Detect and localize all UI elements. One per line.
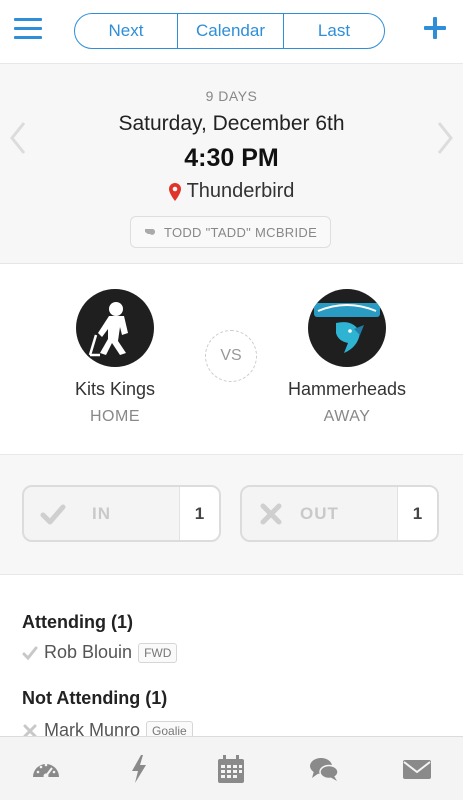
game-location[interactable]: Thunderbird <box>0 180 463 203</box>
bottom-tab-bar <box>0 736 463 800</box>
next-segment[interactable]: Next <box>75 14 177 48</box>
tab-chat[interactable] <box>278 737 371 800</box>
whistle-icon <box>144 229 156 235</box>
out-button[interactable]: OUT 1 <box>240 485 439 542</box>
tab-messages[interactable] <box>370 737 463 800</box>
location-name: Thunderbird <box>186 180 295 202</box>
away-team-name: Hammerheads <box>287 379 407 399</box>
checkmark-icon <box>22 646 38 660</box>
position-tag: FWD <box>138 642 178 663</box>
roster-lists: Attending (1) Rob Blouin FWD Not Attendi… <box>0 576 463 736</box>
calendar-icon <box>218 754 245 783</box>
hamburger-menu-icon[interactable] <box>14 18 42 42</box>
attending-title: Attending (1) <box>22 612 133 632</box>
away-team-logo <box>308 289 386 367</box>
calendar-segment[interactable]: Calendar <box>177 14 283 48</box>
last-segment[interactable]: Last <box>283 14 384 48</box>
home-team-logo <box>76 289 154 367</box>
player-name: Rob Blouin <box>44 642 133 662</box>
attendance-panel: IN 1 OUT 1 <box>0 455 463 575</box>
chat-icon <box>310 757 339 781</box>
tab-dashboard[interactable] <box>0 737 93 800</box>
tab-calendar[interactable] <box>185 737 278 800</box>
out-count: 1 <box>397 487 437 540</box>
in-button[interactable]: IN 1 <box>22 485 221 542</box>
map-pin-icon <box>168 182 181 201</box>
referee-badge: TODD "TADD" MCBRIDE <box>130 216 331 248</box>
player-name: Mark Munro <box>44 720 141 736</box>
schedule-segmented-control: Next Calendar Last <box>74 13 385 49</box>
list-item[interactable]: Rob Blouin FWD <box>22 642 178 663</box>
home-team[interactable]: Kits Kings HOME <box>35 289 195 426</box>
not-attending-title: Not Attending (1) <box>22 688 168 708</box>
lightning-icon <box>131 754 146 783</box>
game-time: 4:30 PM <box>184 144 279 172</box>
in-count: 1 <box>179 487 219 540</box>
list-item[interactable]: Mark Munro Goalie <box>22 720 193 736</box>
in-button-main: IN <box>24 487 179 540</box>
matchup-panel: Kits Kings HOME VS Hammerheads AWAY <box>0 265 463 455</box>
vs-badge: VS <box>205 330 257 382</box>
position-tag: Goalie <box>146 720 193 736</box>
out-button-main: OUT <box>242 487 397 540</box>
home-team-name: Kits Kings <box>74 379 156 399</box>
days-until: 9 DAYS <box>205 88 258 104</box>
mail-icon <box>402 759 431 779</box>
top-nav-bar: Next Calendar Last <box>0 0 463 64</box>
dashboard-icon <box>33 763 60 778</box>
game-info-panel: 9 DAYS Saturday, December 6th 4:30 PM Th… <box>0 64 463 264</box>
away-label: AWAY <box>323 408 371 425</box>
out-label: OUT <box>300 503 339 523</box>
away-team[interactable]: Hammerheads AWAY <box>267 289 427 426</box>
home-label: HOME <box>90 408 140 425</box>
game-date: Saturday, December 6th <box>118 112 345 135</box>
tab-activity[interactable] <box>93 737 186 800</box>
close-icon <box>23 724 37 736</box>
plus-icon[interactable] <box>423 16 447 40</box>
in-label: IN <box>92 503 111 523</box>
referee-name: TODD "TADD" MCBRIDE <box>163 224 318 240</box>
